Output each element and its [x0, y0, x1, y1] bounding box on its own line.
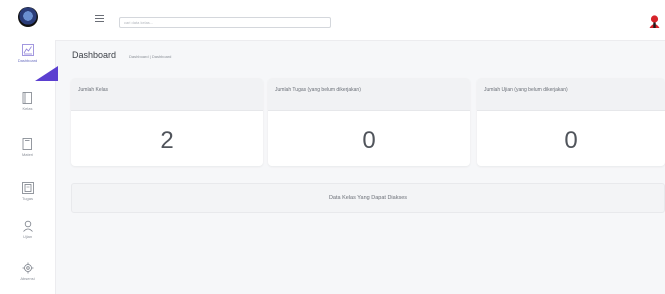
card-title: Jumlah Kelas [71, 78, 263, 111]
book-icon [22, 92, 32, 104]
accessible-classes-banner[interactable]: Data Kelas Yang Dapat Diakses [71, 183, 665, 213]
sidebar-item-ujian[interactable]: Ujian [0, 220, 55, 239]
sidebar-item-label: Tugas [22, 196, 33, 201]
sidebar-item-label: Absensi [20, 276, 35, 281]
sidebar-item-dashboard[interactable]: Dashboard [0, 44, 55, 63]
user-icon [22, 220, 33, 232]
sidebar-item-label: Dashboard [17, 58, 38, 63]
hamburger-menu-icon[interactable] [95, 15, 104, 24]
document-icon [22, 138, 32, 150]
sidebar-item-label: Materi [21, 152, 34, 157]
page-title: Dashboard [72, 50, 117, 60]
user-avatar-icon[interactable] [649, 15, 660, 28]
sidebar: Dashboard Kelas Materi Tugas Ujian Absen… [0, 0, 58, 294]
breadcrumb: Dashboard | Dashboard [129, 54, 172, 59]
stat-card-ujian: Jumlah Ujian (yang belum dikerjakan) 0 [477, 78, 665, 166]
card-title: Jumlah Tugas (yang belum dikerjakan) [268, 78, 470, 111]
sidebar-item-materi[interactable]: Materi [0, 138, 55, 157]
sidebar-item-label: Kelas [22, 106, 33, 111]
card-value: 2 [160, 127, 174, 154]
search-input[interactable] [119, 17, 331, 28]
sidebar-item-tugas[interactable]: Tugas [0, 182, 55, 201]
stat-card-kelas: Jumlah Kelas 2 [71, 78, 263, 166]
sidebar-item-kelas[interactable]: Kelas [0, 92, 55, 111]
top-bar [55, 0, 665, 41]
school-logo [18, 7, 38, 27]
assignment-icon [21, 182, 34, 194]
sidebar-item-absensi[interactable]: Absensi [0, 262, 55, 281]
card-title: Jumlah Ujian (yang belum dikerjakan) [477, 78, 665, 111]
sidebar-item-label: Ujian [22, 234, 33, 239]
stat-card-tugas: Jumlah Tugas (yang belum dikerjakan) 0 [268, 78, 470, 166]
active-indicator [35, 66, 58, 81]
card-value: 0 [362, 127, 376, 154]
chart-icon [21, 44, 34, 56]
gear-icon [22, 262, 33, 274]
card-value: 0 [564, 127, 578, 154]
